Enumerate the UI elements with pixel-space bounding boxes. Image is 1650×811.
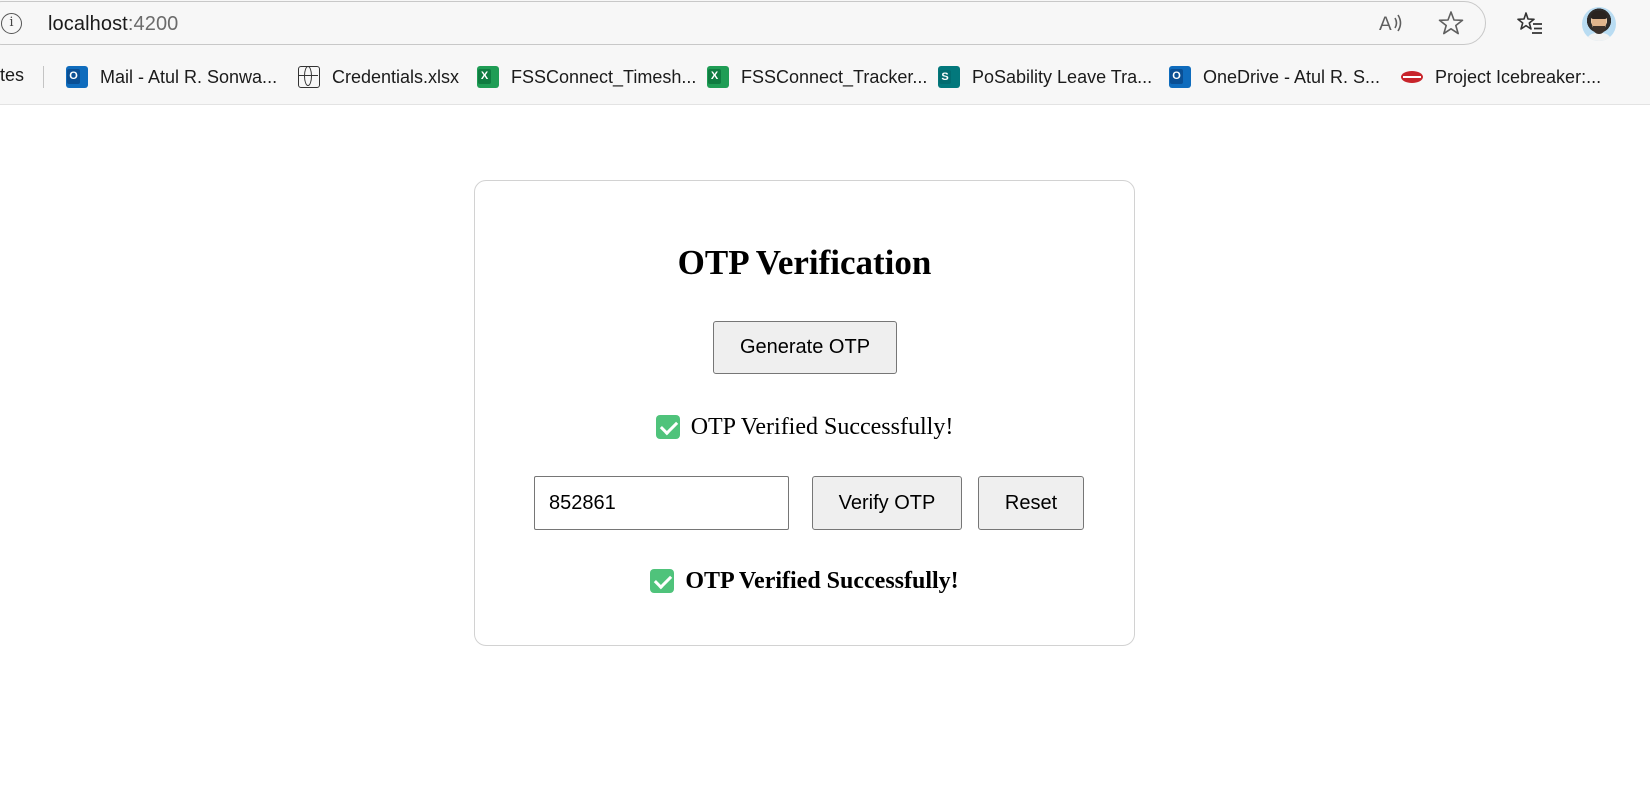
url-host: localhost	[48, 13, 128, 35]
bookmarks-divider	[43, 66, 44, 88]
bookmark-onedrive[interactable]: OneDrive - Atul R. S...	[1169, 64, 1380, 90]
otp-status-message: OTP Verified Successfully!	[475, 409, 1134, 445]
bookmark-partial[interactable]: tes	[0, 62, 24, 88]
url-port: :4200	[127, 13, 179, 35]
read-aloud-icon[interactable]: A	[1378, 10, 1404, 36]
address-bar[interactable]: i localhost:4200	[0, 1, 1486, 45]
profile-avatar[interactable]	[1582, 7, 1616, 41]
bookmark-mail[interactable]: Mail - Atul R. Sonwa...	[66, 64, 277, 90]
outlook-icon	[66, 66, 88, 88]
favorites-list-icon[interactable]	[1517, 10, 1543, 36]
bookmark-leave-tracker[interactable]: PoSability Leave Tra...	[938, 64, 1152, 90]
info-icon[interactable]: i	[1, 13, 22, 34]
excel-icon	[477, 66, 499, 88]
outlook-icon	[1169, 66, 1191, 88]
otp-input[interactable]	[534, 476, 789, 530]
generate-otp-button[interactable]: Generate OTP	[713, 321, 897, 374]
favorite-star-icon[interactable]	[1438, 10, 1464, 36]
page-title: OTP Verification	[677, 243, 932, 282]
reset-button[interactable]: Reset	[978, 476, 1084, 530]
url-text[interactable]: localhost:4200	[48, 13, 178, 35]
bookmark-timesheet[interactable]: FSSConnect_Timesh...	[477, 64, 696, 90]
lips-icon	[1401, 66, 1423, 88]
otp-card: OTP Verification Generate OTP OTP Verifi…	[474, 180, 1135, 646]
bookmark-tracker[interactable]: FSSConnect_Tracker...	[707, 64, 927, 90]
browser-toolbar: i localhost:4200 A	[0, 0, 1650, 50]
excel-icon	[707, 66, 729, 88]
sharepoint-icon	[938, 66, 960, 88]
verification-result-text: OTP Verified Successfully!	[685, 567, 959, 594]
verification-result-message: OTP Verified Successfully!	[475, 563, 1134, 599]
globe-icon	[298, 66, 320, 88]
bookmark-credentials[interactable]: Credentials.xlsx	[298, 64, 459, 90]
check-icon	[650, 569, 675, 593]
bookmark-icebreaker[interactable]: Project Icebreaker:...	[1401, 64, 1601, 90]
verify-otp-button[interactable]: Verify OTP	[812, 476, 962, 530]
otp-status-text: OTP Verified Successfully!	[690, 413, 954, 440]
svg-text:A: A	[1379, 14, 1392, 35]
check-icon	[655, 415, 680, 439]
